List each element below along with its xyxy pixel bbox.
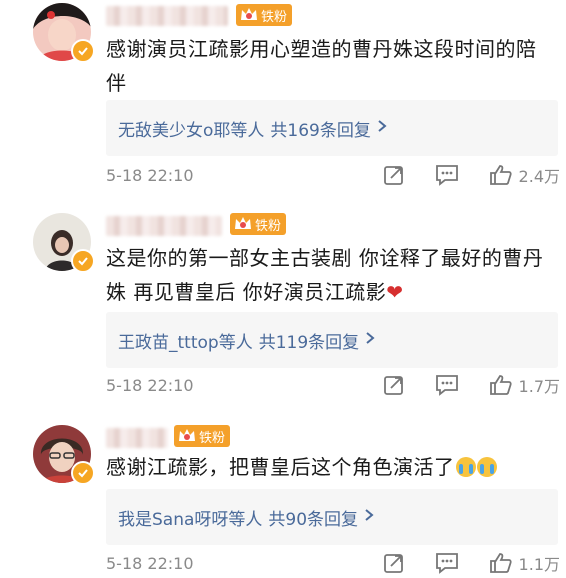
like-button[interactable]: 2.4万	[489, 163, 560, 187]
comment-text: 感谢江疏影，把曹皇后这个角色演活了	[106, 450, 556, 484]
chevron-right-icon	[365, 330, 375, 350]
like-button[interactable]: 1.1万	[489, 551, 560, 575]
reply-count[interactable]: 共119条回复	[259, 328, 359, 353]
fan-badge: 铁粉	[174, 425, 231, 447]
like-count: 2.4万	[518, 167, 560, 186]
crown-icon	[241, 8, 257, 20]
crying-emoji	[476, 457, 497, 477]
comment-time: 5-18 22:10	[106, 165, 194, 185]
crown-icon	[179, 429, 195, 441]
reply-users[interactable]: 王政苗_tttop等人	[118, 328, 253, 353]
crown-icon	[235, 217, 251, 229]
avatar[interactable]	[33, 213, 95, 273]
comment-icon	[435, 165, 458, 186]
comment-button[interactable]	[435, 164, 459, 186]
comment-meta: 5-18 22:10 2.4万	[106, 160, 560, 190]
fan-badge-label: 铁粉	[255, 218, 282, 234]
heart-emoji: ❤	[386, 280, 404, 304]
comment-button[interactable]	[435, 374, 459, 396]
username-blurred[interactable]	[106, 6, 228, 26]
like-button[interactable]: 1.7万	[489, 373, 560, 397]
share-icon	[383, 166, 403, 185]
comment-time: 5-18 22:10	[106, 375, 194, 395]
fan-badge: 铁粉	[236, 4, 293, 26]
thumbs-up-icon	[489, 553, 512, 573]
comment-text: 这是你的第一部女主古装剧 你诠释了最好的曹丹姝 再见曹皇后 你好演员江疏影❤	[106, 241, 556, 309]
thumbs-up-icon	[489, 375, 512, 395]
comment-icon	[435, 553, 458, 574]
crying-emoji	[455, 457, 476, 477]
share-icon	[383, 376, 403, 395]
comment-text-body: 感谢江疏影，把曹皇后这个角色演活了	[106, 455, 455, 479]
comment-button[interactable]	[435, 552, 459, 574]
comment-text: 感谢演员江疏影用心塑造的曹丹姝这段时间的陪伴	[106, 32, 556, 100]
share-button[interactable]	[383, 164, 405, 186]
thumbs-up-icon	[489, 165, 512, 185]
share-icon	[383, 554, 403, 573]
fan-badge-label: 铁粉	[261, 9, 288, 25]
comment-icon	[435, 375, 458, 396]
comment-meta: 5-18 22:10 1.7万	[106, 370, 560, 400]
chevron-right-icon	[377, 118, 387, 138]
reply-users[interactable]: 我是Sana呀呀等人	[118, 505, 262, 530]
avatar[interactable]	[33, 425, 95, 485]
avatar[interactable]	[33, 3, 95, 63]
reply-count[interactable]: 共90条回复	[268, 505, 358, 530]
share-button[interactable]	[383, 552, 405, 574]
comment-text-body: 这是你的第一部女主古装剧 你诠释了最好的曹丹姝 再见曹皇后 你好演员江疏影	[106, 246, 544, 304]
username-blurred[interactable]	[106, 216, 222, 236]
share-button[interactable]	[383, 374, 405, 396]
username-blurred[interactable]	[106, 428, 168, 448]
reply-summary-link[interactable]: 无敌美少女o耶等人 共169条回复	[106, 100, 558, 156]
fan-badge: 铁粉	[230, 213, 287, 235]
reply-summary-link[interactable]: 我是Sana呀呀等人 共90条回复	[106, 489, 558, 545]
chevron-right-icon	[364, 507, 374, 527]
reply-count[interactable]: 共169条回复	[270, 116, 370, 141]
fan-badge-label: 铁粉	[199, 430, 226, 446]
comment-meta: 5-18 22:10 1.1万	[106, 548, 560, 578]
verified-badge-icon	[71, 39, 95, 63]
verified-badge-icon	[71, 249, 95, 273]
reply-summary-link[interactable]: 王政苗_tttop等人 共119条回复	[106, 312, 558, 368]
reply-users[interactable]: 无敌美少女o耶等人	[118, 116, 264, 141]
comment-time: 5-18 22:10	[106, 553, 194, 573]
like-count: 1.7万	[518, 377, 560, 396]
like-count: 1.1万	[518, 555, 560, 574]
comment-text-body: 感谢演员江疏影用心塑造的曹丹姝这段时间的陪伴	[106, 37, 537, 95]
verified-badge-icon	[71, 461, 95, 485]
